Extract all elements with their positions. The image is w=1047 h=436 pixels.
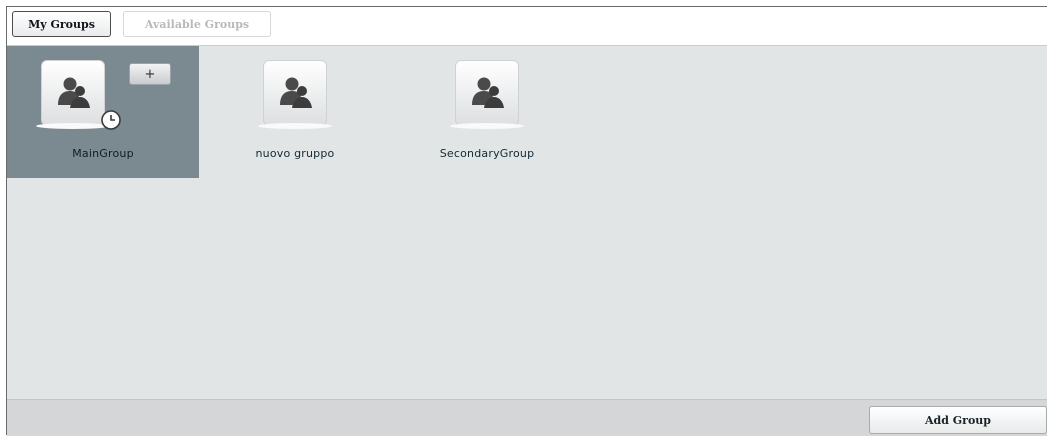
group-icon-tile [36, 60, 110, 129]
groups-panel: My Groups Available Groups + MainGroup n… [6, 6, 1047, 436]
group-name: nuovo gruppo [255, 147, 335, 160]
group-list: + MainGroup nuovo gruppo SecondaryGroup [7, 46, 1047, 399]
people-icon [58, 77, 90, 108]
add-group-button[interactable]: Add Group [869, 406, 1047, 434]
group-item-nuovo-gruppo[interactable]: nuovo gruppo [199, 46, 391, 178]
group-name: SecondaryGroup [439, 147, 535, 160]
group-icon-tile [450, 60, 524, 129]
tab-bar: My Groups Available Groups [7, 7, 1047, 46]
add-member-button[interactable]: + [129, 63, 171, 85]
group-name: MainGroup [72, 147, 134, 160]
group-item-maingroup[interactable]: + MainGroup [7, 46, 199, 178]
group-icon-tile [258, 60, 332, 129]
people-icon [472, 77, 504, 108]
tab-my-groups[interactable]: My Groups [12, 11, 111, 37]
clock-icon [101, 110, 121, 130]
people-icon [280, 77, 312, 108]
tab-available-groups[interactable]: Available Groups [123, 11, 271, 37]
footer-bar: Add Group [7, 399, 1047, 436]
group-item-secondarygroup[interactable]: SecondaryGroup [391, 46, 583, 178]
